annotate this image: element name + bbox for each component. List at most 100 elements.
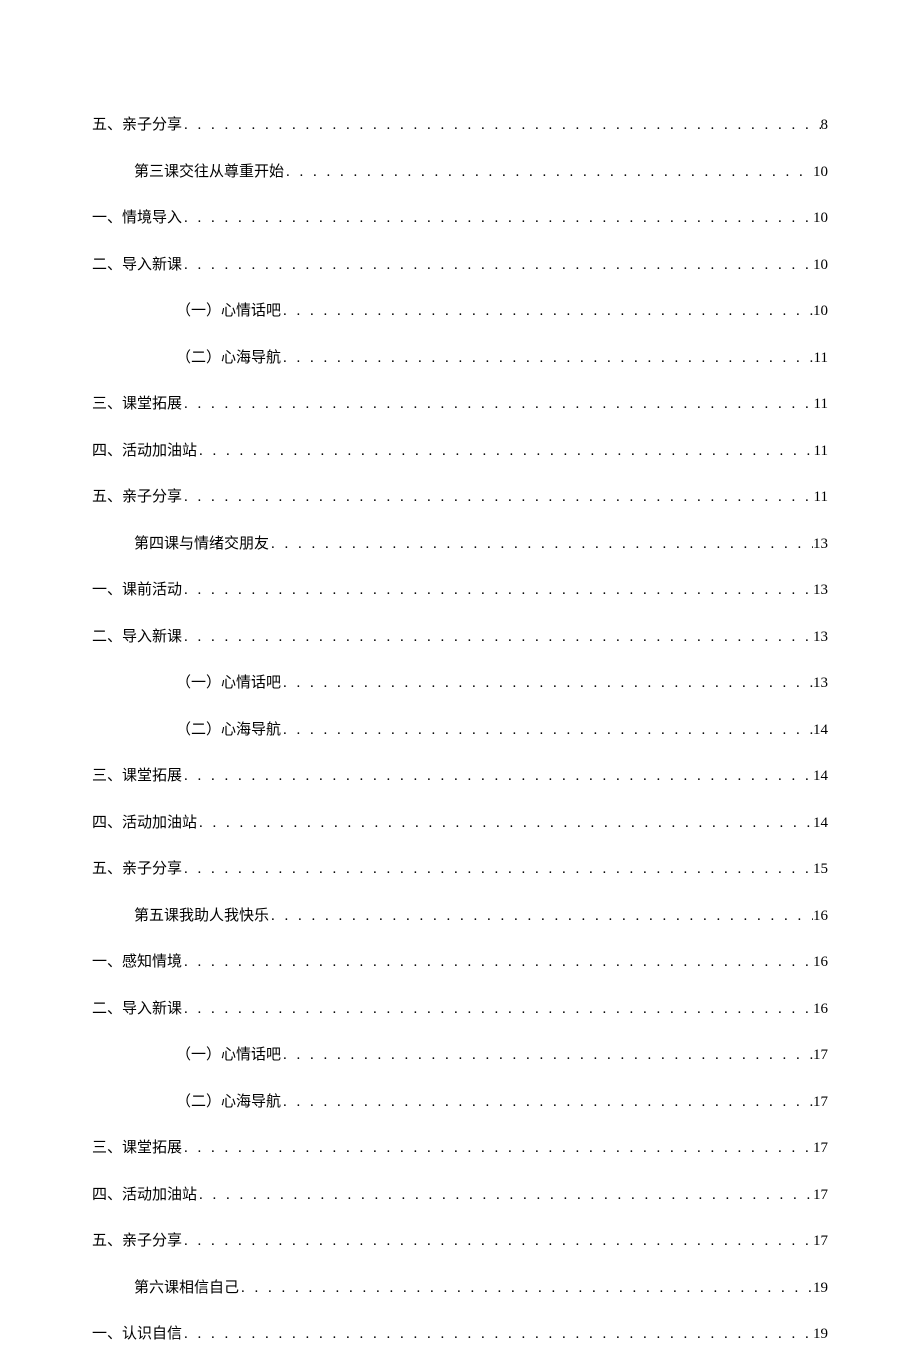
toc-entry-page: 17 bbox=[813, 1185, 828, 1206]
toc-entry-label: 三、课堂拓展 bbox=[92, 1138, 182, 1159]
toc-entry-label: （一）心情话吧 bbox=[176, 1045, 281, 1066]
table-of-contents: 五、亲子分享. . . . . . . . . . . . . . . . . … bbox=[92, 115, 828, 1345]
toc-leader-dots: . . . . . . . . . . . . . . . . . . . . … bbox=[182, 255, 813, 276]
toc-entry: 一、情境导入. . . . . . . . . . . . . . . . . … bbox=[92, 208, 828, 229]
toc-leader-dots: . . . . . . . . . . . . . . . . . . . . … bbox=[197, 441, 814, 462]
toc-entry-page: 10 bbox=[813, 162, 828, 183]
toc-leader-dots: . . . . . . . . . . . . . . . . . . . . … bbox=[269, 906, 813, 927]
toc-entry: 五、亲子分享. . . . . . . . . . . . . . . . . … bbox=[92, 115, 828, 136]
toc-entry-page: 17 bbox=[813, 1231, 828, 1252]
toc-entry: 一、感知情境. . . . . . . . . . . . . . . . . … bbox=[92, 952, 828, 973]
toc-entry-page: 8 bbox=[821, 115, 829, 136]
toc-leader-dots: . . . . . . . . . . . . . . . . . . . . … bbox=[182, 1138, 813, 1159]
toc-entry-label: 五、亲子分享 bbox=[92, 1231, 182, 1252]
toc-entry-page: 11 bbox=[814, 394, 828, 415]
toc-entry-label: 第四课与情绪交朋友 bbox=[134, 534, 269, 555]
toc-leader-dots: . . . . . . . . . . . . . . . . . . . . … bbox=[197, 1185, 813, 1206]
toc-leader-dots: . . . . . . . . . . . . . . . . . . . . … bbox=[269, 534, 813, 555]
toc-entry-label: 四、活动加油站 bbox=[92, 441, 197, 462]
toc-entry: 三、课堂拓展. . . . . . . . . . . . . . . . . … bbox=[92, 1138, 828, 1159]
toc-entry-label: 五、亲子分享 bbox=[92, 115, 182, 136]
toc-leader-dots: . . . . . . . . . . . . . . . . . . . . … bbox=[281, 673, 813, 694]
toc-leader-dots: . . . . . . . . . . . . . . . . . . . . … bbox=[284, 162, 813, 183]
toc-entry-label: 二、导入新课 bbox=[92, 627, 182, 648]
toc-entry-page: 14 bbox=[813, 720, 828, 741]
toc-entry-label: （二）心海导航 bbox=[176, 720, 281, 741]
toc-entry: 第四课与情绪交朋友. . . . . . . . . . . . . . . .… bbox=[92, 534, 828, 555]
toc-entry: （二）心海导航. . . . . . . . . . . . . . . . .… bbox=[92, 1092, 828, 1113]
toc-entry-page: 13 bbox=[813, 673, 828, 694]
toc-entry-page: 16 bbox=[813, 906, 828, 927]
toc-entry-label: 三、课堂拓展 bbox=[92, 394, 182, 415]
toc-entry: 四、活动加油站. . . . . . . . . . . . . . . . .… bbox=[92, 441, 828, 462]
toc-entry: 二、导入新课. . . . . . . . . . . . . . . . . … bbox=[92, 255, 828, 276]
toc-entry-page: 13 bbox=[813, 580, 828, 601]
toc-entry-page: 11 bbox=[814, 348, 828, 369]
toc-entry-page: 10 bbox=[813, 301, 828, 322]
toc-entry-page: 17 bbox=[813, 1045, 828, 1066]
toc-entry: （一）心情话吧. . . . . . . . . . . . . . . . .… bbox=[92, 301, 828, 322]
toc-leader-dots: . . . . . . . . . . . . . . . . . . . . … bbox=[182, 627, 813, 648]
toc-leader-dots: . . . . . . . . . . . . . . . . . . . . … bbox=[182, 1231, 813, 1252]
toc-entry-page: 14 bbox=[813, 813, 828, 834]
toc-entry-label: 三、课堂拓展 bbox=[92, 766, 182, 787]
toc-leader-dots: . . . . . . . . . . . . . . . . . . . . … bbox=[182, 766, 813, 787]
toc-entry-page: 10 bbox=[813, 208, 828, 229]
toc-entry-page: 13 bbox=[813, 627, 828, 648]
toc-entry-page: 11 bbox=[814, 441, 828, 462]
toc-leader-dots: . . . . . . . . . . . . . . . . . . . . … bbox=[281, 1092, 813, 1113]
toc-entry-label: 一、认识自信 bbox=[92, 1324, 182, 1345]
toc-entry-label: 四、活动加油站 bbox=[92, 813, 197, 834]
toc-entry: 五、亲子分享. . . . . . . . . . . . . . . . . … bbox=[92, 487, 828, 508]
toc-entry: 一、课前活动. . . . . . . . . . . . . . . . . … bbox=[92, 580, 828, 601]
toc-leader-dots: . . . . . . . . . . . . . . . . . . . . … bbox=[182, 487, 814, 508]
toc-entry-label: （一）心情话吧 bbox=[176, 301, 281, 322]
toc-leader-dots: . . . . . . . . . . . . . . . . . . . . … bbox=[182, 859, 813, 880]
toc-leader-dots: . . . . . . . . . . . . . . . . . . . . … bbox=[281, 301, 813, 322]
toc-leader-dots: . . . . . . . . . . . . . . . . . . . . … bbox=[281, 348, 814, 369]
toc-leader-dots: . . . . . . . . . . . . . . . . . . . . … bbox=[182, 208, 813, 229]
toc-entry-page: 11 bbox=[814, 487, 828, 508]
toc-entry-label: 五、亲子分享 bbox=[92, 487, 182, 508]
toc-entry-page: 13 bbox=[813, 534, 828, 555]
toc-leader-dots: . . . . . . . . . . . . . . . . . . . . … bbox=[281, 720, 813, 741]
toc-entry: （二）心海导航. . . . . . . . . . . . . . . . .… bbox=[92, 348, 828, 369]
toc-entry: 四、活动加油站. . . . . . . . . . . . . . . . .… bbox=[92, 1185, 828, 1206]
toc-entry-label: 五、亲子分享 bbox=[92, 859, 182, 880]
toc-leader-dots: . . . . . . . . . . . . . . . . . . . . … bbox=[197, 813, 813, 834]
toc-entry-page: 17 bbox=[813, 1092, 828, 1113]
toc-entry: 五、亲子分享. . . . . . . . . . . . . . . . . … bbox=[92, 1231, 828, 1252]
toc-entry: 二、导入新课. . . . . . . . . . . . . . . . . … bbox=[92, 999, 828, 1020]
toc-entry: （二）心海导航. . . . . . . . . . . . . . . . .… bbox=[92, 720, 828, 741]
toc-entry: 四、活动加油站. . . . . . . . . . . . . . . . .… bbox=[92, 813, 828, 834]
toc-leader-dots: . . . . . . . . . . . . . . . . . . . . … bbox=[182, 115, 820, 136]
toc-entry-label: 第五课我助人我快乐 bbox=[134, 906, 269, 927]
toc-leader-dots: . . . . . . . . . . . . . . . . . . . . … bbox=[182, 1324, 813, 1345]
toc-leader-dots: . . . . . . . . . . . . . . . . . . . . … bbox=[182, 999, 813, 1020]
toc-entry: 三、课堂拓展. . . . . . . . . . . . . . . . . … bbox=[92, 394, 828, 415]
toc-entry: 一、认识自信. . . . . . . . . . . . . . . . . … bbox=[92, 1324, 828, 1345]
toc-entry: 第三课交往从尊重开始. . . . . . . . . . . . . . . … bbox=[92, 162, 828, 183]
toc-entry-page: 14 bbox=[813, 766, 828, 787]
toc-entry-label: 一、课前活动 bbox=[92, 580, 182, 601]
toc-entry: 三、课堂拓展. . . . . . . . . . . . . . . . . … bbox=[92, 766, 828, 787]
toc-entry-label: 一、情境导入 bbox=[92, 208, 182, 229]
toc-entry-label: 一、感知情境 bbox=[92, 952, 182, 973]
toc-leader-dots: . . . . . . . . . . . . . . . . . . . . … bbox=[182, 580, 813, 601]
toc-entry-label: （二）心海导航 bbox=[176, 1092, 281, 1113]
toc-entry-page: 15 bbox=[813, 859, 828, 880]
toc-entry: 五、亲子分享. . . . . . . . . . . . . . . . . … bbox=[92, 859, 828, 880]
toc-entry-page: 17 bbox=[813, 1138, 828, 1159]
toc-entry-label: 第六课相信自己 bbox=[134, 1278, 239, 1299]
toc-entry: 第五课我助人我快乐. . . . . . . . . . . . . . . .… bbox=[92, 906, 828, 927]
toc-entry-page: 19 bbox=[813, 1278, 828, 1299]
toc-entry: （一）心情话吧. . . . . . . . . . . . . . . . .… bbox=[92, 1045, 828, 1066]
toc-entry-label: 二、导入新课 bbox=[92, 999, 182, 1020]
toc-entry-page: 10 bbox=[813, 255, 828, 276]
toc-entry: 第六课相信自己. . . . . . . . . . . . . . . . .… bbox=[92, 1278, 828, 1299]
toc-entry-page: 19 bbox=[813, 1324, 828, 1345]
toc-entry-page: 16 bbox=[813, 999, 828, 1020]
toc-leader-dots: . . . . . . . . . . . . . . . . . . . . … bbox=[239, 1278, 813, 1299]
toc-entry-label: 四、活动加油站 bbox=[92, 1185, 197, 1206]
toc-entry-label: 第三课交往从尊重开始 bbox=[134, 162, 284, 183]
